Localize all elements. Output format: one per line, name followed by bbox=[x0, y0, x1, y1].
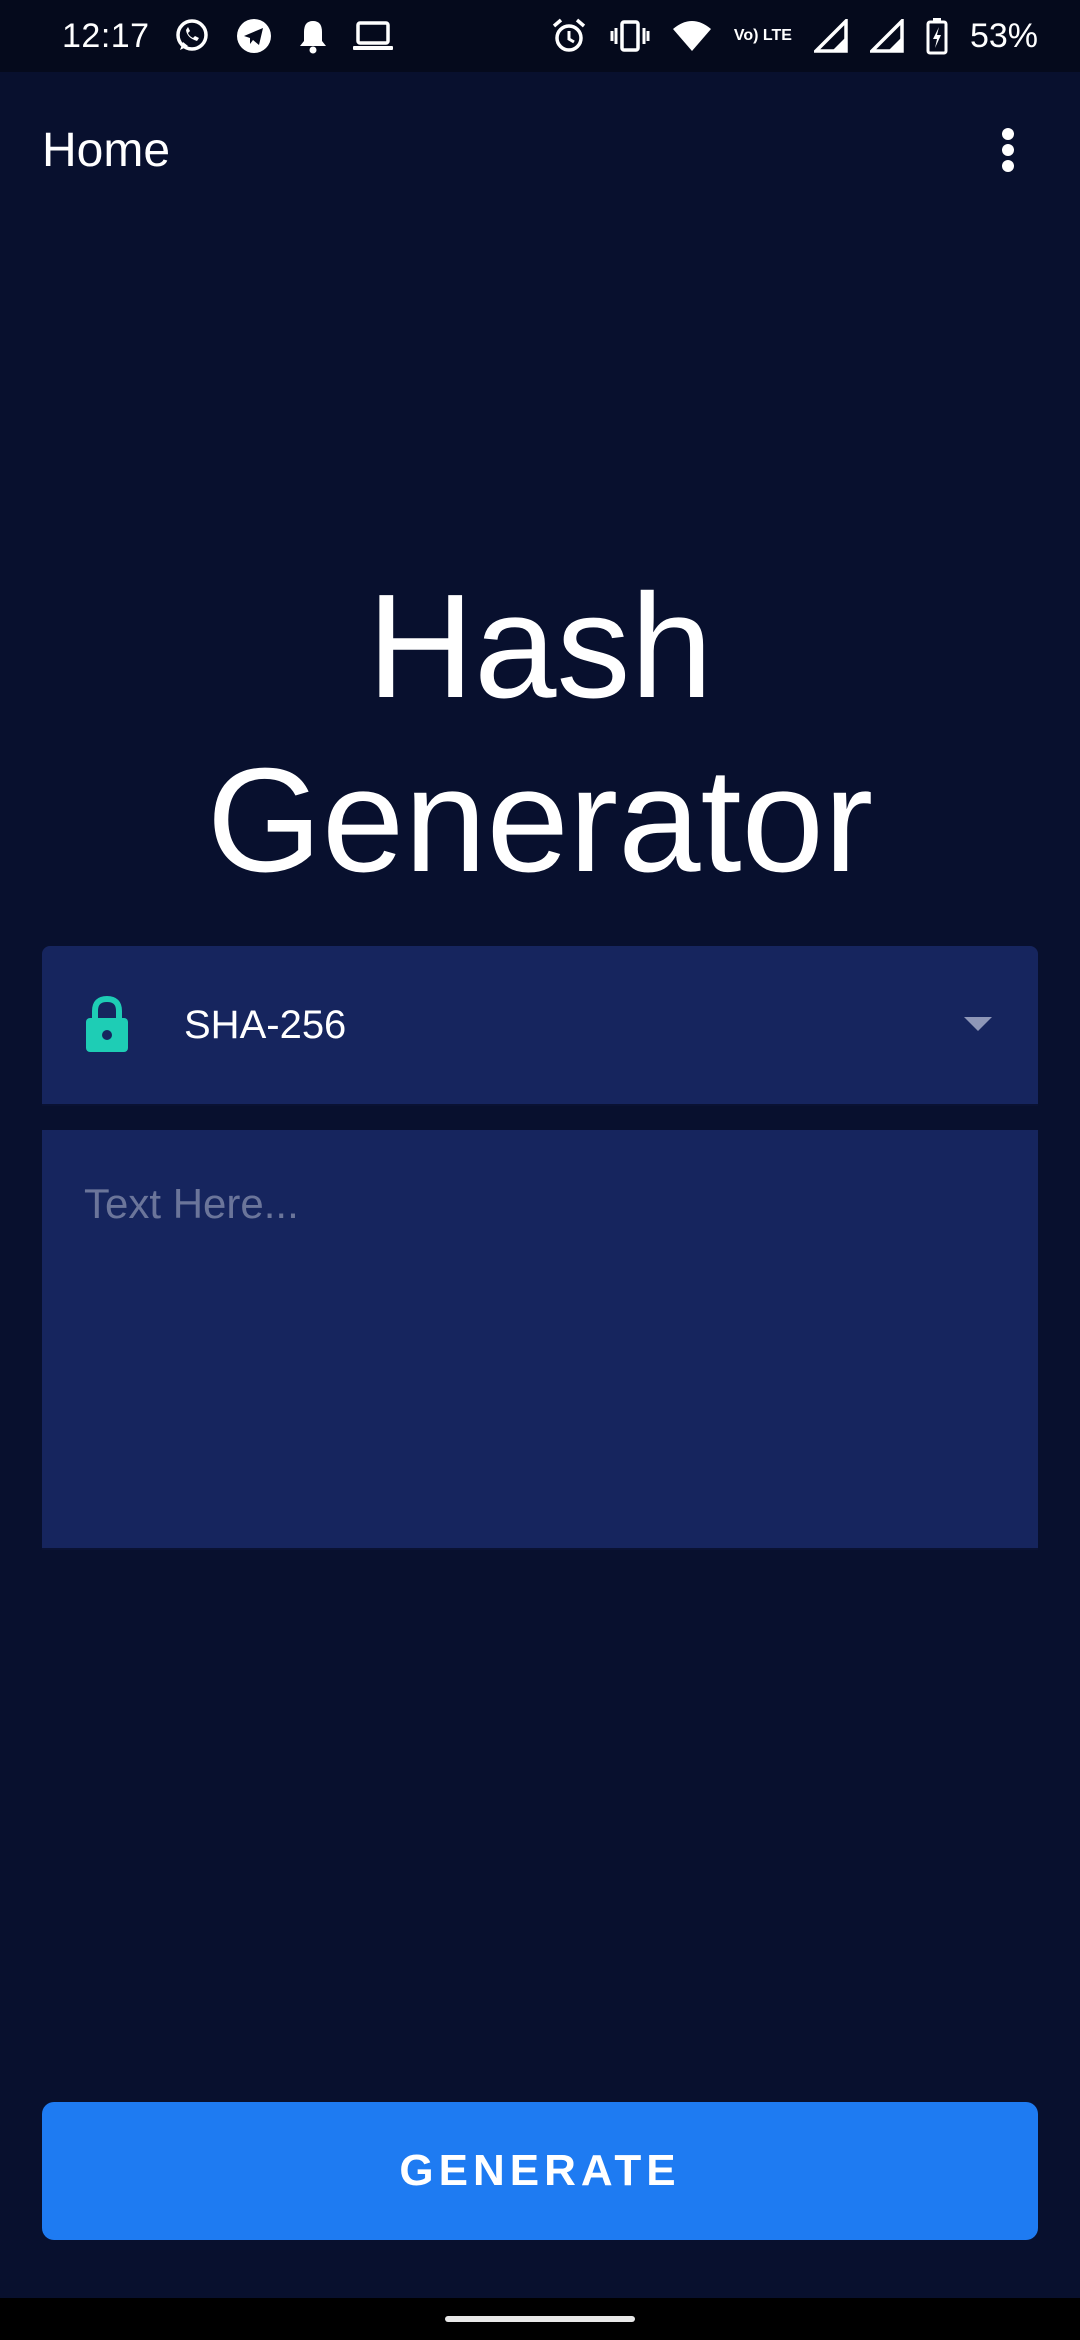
algorithm-dropdown[interactable]: SHA-256 bbox=[42, 946, 1038, 1106]
status-bar: 12:17 Vo) LTE 53% bbox=[0, 0, 1080, 72]
page-title: Home bbox=[42, 123, 171, 177]
text-input-container bbox=[42, 1130, 1038, 1550]
more-options-button[interactable] bbox=[978, 120, 1038, 180]
network-label: Vo) LTE bbox=[733, 27, 792, 44]
status-time: 12:17 bbox=[62, 16, 150, 55]
vibrate-icon bbox=[610, 18, 650, 54]
battery-percent: 53% bbox=[969, 16, 1038, 55]
battery-icon bbox=[926, 17, 948, 55]
app-bar: Home bbox=[0, 72, 1080, 228]
more-vert-icon bbox=[1002, 128, 1014, 172]
notification-bell-icon bbox=[296, 17, 330, 55]
whatsapp-icon bbox=[172, 16, 212, 56]
wifi-icon bbox=[672, 19, 712, 53]
telegram-icon bbox=[234, 16, 274, 56]
status-left: 12:17 bbox=[62, 16, 394, 56]
hero-title: Hash Generator bbox=[0, 560, 1080, 908]
signal-icon bbox=[813, 19, 848, 53]
dropdown-arrow-icon bbox=[958, 1005, 998, 1045]
lock-icon bbox=[82, 995, 132, 1055]
algorithm-selected: SHA-256 bbox=[184, 1002, 347, 1047]
alarm-icon bbox=[550, 17, 588, 55]
laptop-icon bbox=[352, 19, 394, 53]
home-gesture-handle[interactable] bbox=[445, 2316, 635, 2322]
hero-title-line2: Generator bbox=[206, 738, 874, 903]
lte-indicator: Vo) LTE bbox=[734, 28, 792, 44]
signal-icon-2 bbox=[869, 19, 904, 53]
hero-title-line1: Hash bbox=[367, 564, 713, 729]
status-right: Vo) LTE 53% bbox=[550, 17, 1038, 56]
screen: 12:17 Vo) LTE 53% Home Hash Generator SH… bbox=[0, 0, 1080, 2340]
navigation-bar bbox=[0, 2298, 1080, 2340]
text-input[interactable] bbox=[84, 1180, 996, 1498]
generate-button[interactable]: GENERATE bbox=[42, 2102, 1038, 2240]
